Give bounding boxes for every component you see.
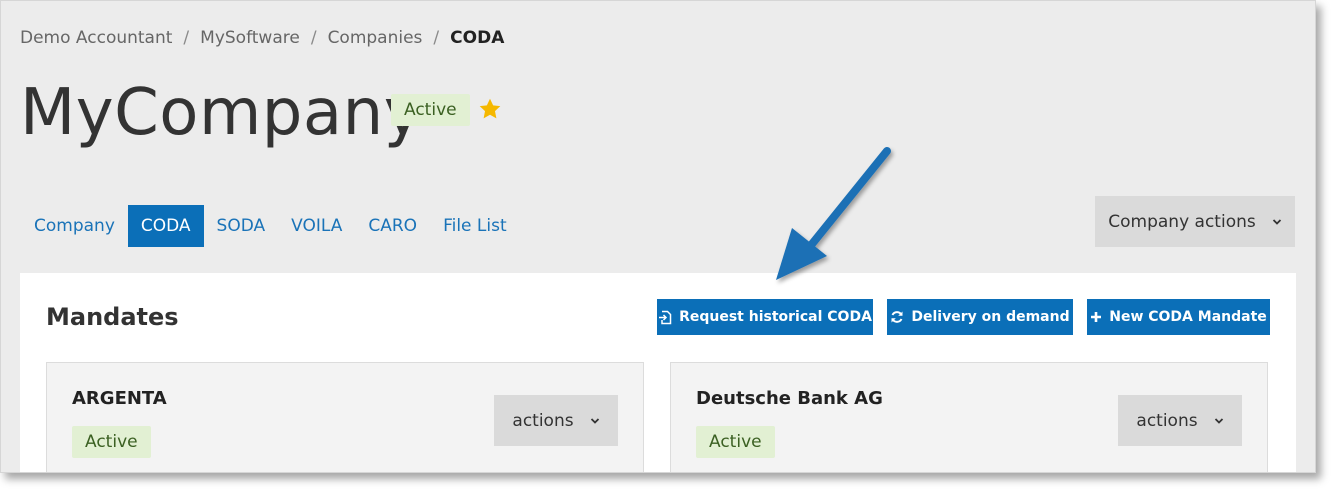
document-import-icon xyxy=(659,310,672,324)
tab-file-list[interactable]: File List xyxy=(430,205,520,247)
delivery-on-demand-button[interactable]: Delivery on demand xyxy=(887,299,1073,335)
mandate-actions-label: actions xyxy=(512,410,574,431)
app-window: Demo Accountant / MySoftware / Companies… xyxy=(0,0,1316,473)
breadcrumb-item-demo-accountant[interactable]: Demo Accountant xyxy=(20,28,172,48)
new-coda-mandate-button[interactable]: New CODA Mandate xyxy=(1087,299,1270,335)
delivery-on-demand-label: Delivery on demand xyxy=(911,309,1070,325)
breadcrumb-item-mysoftware[interactable]: MySoftware xyxy=(200,28,300,48)
mandate-actions-button[interactable]: actions xyxy=(494,395,618,446)
star-icon[interactable] xyxy=(477,96,503,122)
chevron-down-icon xyxy=(1272,218,1281,225)
refresh-icon xyxy=(891,311,903,323)
breadcrumb-item-companies[interactable]: Companies xyxy=(328,28,423,48)
page-title: MyCompany xyxy=(20,76,423,150)
breadcrumb: Demo Accountant / MySoftware / Companies… xyxy=(20,28,504,48)
breadcrumb-separator: / xyxy=(433,28,440,48)
breadcrumb-current: CODA xyxy=(450,28,505,48)
company-actions-label: Company actions xyxy=(1108,211,1256,232)
mandate-bank-name: ARGENTA xyxy=(72,388,167,409)
tab-bar: Company CODA SODA VOILA CARO File List xyxy=(21,205,520,247)
breadcrumb-separator: / xyxy=(310,28,317,48)
company-actions-button[interactable]: Company actions xyxy=(1095,196,1295,247)
mandate-status-badge: Active xyxy=(696,426,775,458)
mandate-status-badge: Active xyxy=(72,426,151,458)
mandate-card: Deutsche Bank AG Active actions xyxy=(670,362,1268,472)
tab-soda[interactable]: SODA xyxy=(204,205,279,247)
mandates-title: Mandates xyxy=(46,303,179,331)
mandate-bank-name: Deutsche Bank AG xyxy=(696,388,883,409)
request-historical-coda-button[interactable]: Request historical CODA xyxy=(657,299,873,335)
new-coda-mandate-label: New CODA Mandate xyxy=(1109,309,1267,325)
tab-company[interactable]: Company xyxy=(21,205,128,247)
mandate-card: ARGENTA Active actions xyxy=(46,362,644,472)
status-badge: Active xyxy=(391,94,470,126)
mandate-actions-button[interactable]: actions xyxy=(1118,395,1242,446)
mandates-panel: Mandates Request historical CODA Deliver… xyxy=(20,273,1296,472)
plus-icon xyxy=(1091,312,1102,322)
tab-caro[interactable]: CARO xyxy=(355,205,430,247)
tab-voila[interactable]: VOILA xyxy=(278,205,355,247)
chevron-down-icon xyxy=(1214,417,1223,424)
mandate-actions-label: actions xyxy=(1136,410,1198,431)
tab-coda[interactable]: CODA xyxy=(127,205,204,247)
breadcrumb-separator: / xyxy=(183,28,190,48)
chevron-down-icon xyxy=(590,417,599,424)
request-historical-coda-label: Request historical CODA xyxy=(679,309,872,325)
